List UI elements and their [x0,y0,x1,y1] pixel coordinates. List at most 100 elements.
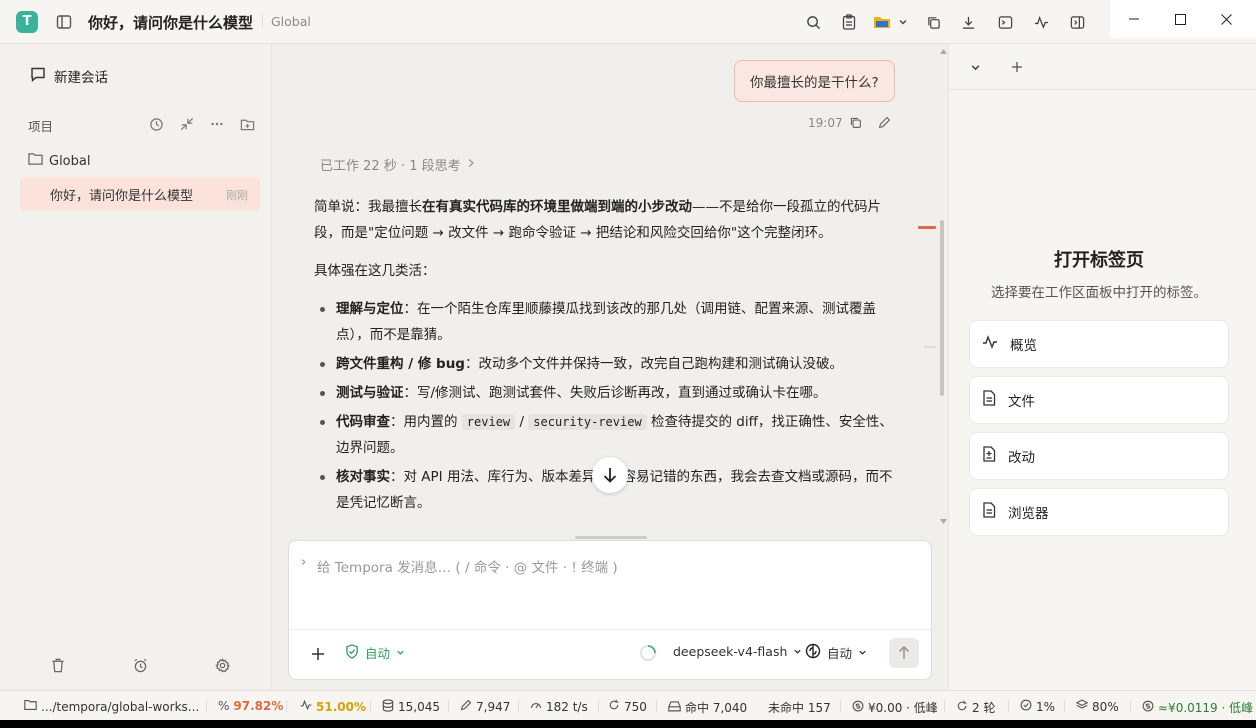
scroll-up-icon[interactable] [938,46,948,56]
token-output-value: 7,947 [476,699,511,714]
chevron-down-icon [793,644,802,659]
folder-icon[interactable] [872,12,892,32]
breadcrumb[interactable]: Global [262,15,311,29]
alarm-icon[interactable] [130,655,150,675]
tab-changes[interactable]: 改动 [969,432,1229,480]
path-label: .../tempora/global-works... [41,699,200,714]
item-title: 核对事实 [336,469,390,485]
clipboard-icon[interactable] [839,12,859,32]
cost-current: ¥0.00 · 低峰 [852,699,938,716]
activity-icon [982,334,998,354]
send-button[interactable] [889,638,919,668]
tab-overview[interactable]: 概览 [969,320,1229,368]
activity-icon[interactable] [1031,12,1051,32]
folder-icon [24,699,37,714]
sidebar-toggle-icon[interactable] [54,12,74,32]
item-title: 测试与验证 [336,385,404,401]
edit-icon[interactable] [875,113,893,131]
database-icon [382,699,394,715]
intro-bold: 在有真实代码库的环境里做端到端的小步改动 [422,199,692,215]
divider [944,700,945,712]
divider [370,700,371,712]
drive-icon [668,700,681,715]
copy-icon[interactable] [923,12,943,32]
chevron-down-icon [858,645,867,660]
scroll-down-icon[interactable] [938,516,948,526]
divider [1008,700,1009,712]
new-chat-button[interactable]: 新建会话 [30,66,108,86]
model-select[interactable]: deepseek-v4-flash [673,644,802,659]
tab-browser[interactable]: 浏览器 [969,488,1229,536]
terminal-icon[interactable] [995,12,1015,32]
workspace-path[interactable]: .../tempora/global-works... [24,699,199,714]
history-icon[interactable] [146,114,166,134]
folder-icon [28,152,43,170]
tab-label: 浏览器 [1008,506,1049,522]
divider [598,700,599,712]
add-icon[interactable] [307,643,329,665]
tab-label: 概览 [1010,338,1037,354]
context-percent: % 97.82% [218,699,283,713]
divider [286,700,287,712]
cache-hit: 命中 7,040 [668,699,747,716]
progress-value: 1% [1036,699,1056,714]
layers-icon [1075,699,1089,714]
coin-icon [1142,700,1154,715]
arrow-up-icon [898,645,910,659]
folder-label: Global [49,153,91,169]
token-total-value: 15,045 [398,700,440,714]
project-folder[interactable]: Global [28,152,90,170]
list-intro: 具体强在这几类活： [314,263,436,279]
search-icon[interactable] [803,12,823,32]
inline-code: review [461,414,516,430]
cache-miss: 未命中 157 [768,699,831,716]
chevron-down-icon[interactable] [896,14,910,30]
reasoning-select[interactable]: 自动 [805,643,867,662]
trash-icon[interactable] [48,655,68,675]
mode-select[interactable]: 自动 [345,643,405,662]
chevron-down-icon[interactable] [965,57,985,77]
cost-current-value: ¥0.00 · 低峰 [868,701,938,715]
scrollbar-thumb[interactable] [940,220,944,396]
new-folder-icon[interactable] [237,114,257,134]
add-tab-icon[interactable] [1007,57,1027,77]
resize-handle[interactable] [575,536,647,539]
conversation-item[interactable]: 你好，请问你是什么模型 刚刚 [20,177,260,211]
panel-toggle-icon[interactable] [1067,12,1087,32]
settings-icon[interactable] [212,655,232,675]
minimize-icon[interactable] [1124,10,1144,28]
arrow-down-icon [603,468,617,483]
tab-files[interactable]: 文件 [969,376,1229,424]
rounds-value: 2 轮 [972,701,996,715]
list-item: 测试与验证：写/修测试、跑测试套件、失败后诊断再改，直到通过或确认卡在哪。 [314,380,904,406]
close-icon[interactable] [1216,10,1236,28]
maximize-icon[interactable] [1170,10,1190,28]
more-icon[interactable] [207,114,227,134]
gauge-icon [530,699,542,714]
chevron-down-icon [396,645,405,660]
pencil-icon [460,699,472,714]
item-title: 理解与定位 [336,301,404,317]
chat-area: 你最擅长的是干什么? 19:07 已工作 22 秒 · 1 段思考 简单说：我最… [272,44,948,690]
thinking-summary[interactable]: 已工作 22 秒 · 1 段思考 [320,155,475,174]
projects-label: 项目 [28,119,54,134]
list-item: 理解与定位：在一个陌生仓库里顺藤摸瓜找到该改的那几处（调用链、配置来源、测试覆盖… [314,296,904,348]
chevron-right-icon [467,157,475,172]
cost-estimate: ≈¥0.0119 · 低峰 [1142,699,1253,716]
conversation-time: 刚刚 [226,189,248,202]
new-chat-label: 新建会话 [54,70,108,86]
token-total: 15,045 [382,699,440,715]
collapse-icon[interactable] [177,114,197,134]
scroll-to-bottom-button[interactable] [592,457,628,493]
message-input[interactable]: 给 Tempora 发消息… ( / 命令 · @ 文件 · ! 终端 ) [317,556,618,576]
load-value: 51.00% [316,699,366,714]
rounds: 2 轮 [956,699,995,716]
workspace-panel: 打开标签页 选择要在工作区面板中打开的标签。 概览 文件 改动 浏览器 [948,44,1256,690]
scroll-marker [924,346,936,348]
download-icon[interactable] [958,12,978,32]
loading-spinner-icon [638,643,658,663]
panel-title: 打开标签页 [1054,250,1144,271]
file-icon [982,390,996,410]
copy-icon[interactable] [846,113,864,131]
intro-prefix: 简单说：我最擅长 [314,199,422,215]
